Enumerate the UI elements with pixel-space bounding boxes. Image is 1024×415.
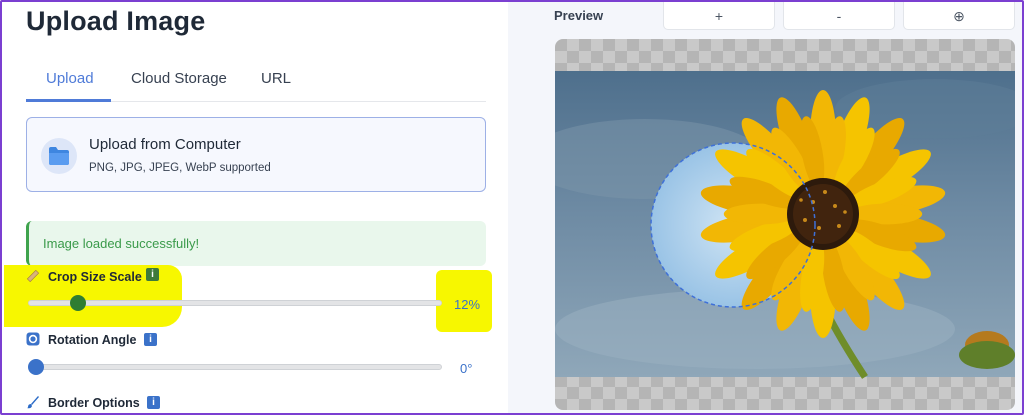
settings-panel: Upload Image Upload Cloud Storage URL Up… [4,2,508,413]
upload-from-computer-button[interactable]: Upload from Computer PNG, JPG, JPEG, Web… [26,117,486,192]
rotation-angle-slider[interactable] [28,364,442,370]
tab-cloud-storage[interactable]: Cloud Storage [131,70,227,87]
success-message: Image loaded successfully! [43,236,200,251]
rotation-info-icon[interactable]: i [144,333,157,346]
source-tabs: Upload Cloud Storage URL [26,62,486,102]
crop-size-scale-label: Crop Size Scale [48,270,142,284]
success-alert: Image loaded successfully! [26,221,486,266]
rotate-icon [26,332,40,351]
crop-info-icon[interactable]: i [146,268,159,281]
app-window: Upload Image Upload Cloud Storage URL Up… [0,0,1024,415]
rotation-angle-slider-thumb[interactable] [28,359,45,375]
border-info-icon[interactable]: i [147,396,160,409]
zoom-in-button[interactable]: + [663,2,775,30]
preview-label: Preview [554,8,604,23]
tab-upload[interactable]: Upload [46,70,94,87]
border-options-label: Border Options [48,396,140,410]
rotation-angle-value: 0° [460,361,473,376]
image-preview-canvas[interactable] [555,39,1015,410]
crop-size-slider[interactable] [28,300,442,306]
crop-size-value: 12% [454,297,481,312]
page-title: Upload Image [26,6,206,36]
brush-icon [26,395,40,413]
supported-formats: PNG, JPG, JPEG, WebP supported [89,162,271,174]
zoom-out-button[interactable]: - [783,2,895,30]
tab-url[interactable]: URL [261,70,291,87]
recenter-button[interactable]: ⊕ [903,2,1015,30]
ruler-icon [26,269,40,288]
preview-panel: Preview + - ⊕ [508,2,1022,413]
active-tab-indicator [26,99,111,102]
upload-title: Upload from Computer [89,136,241,153]
crop-size-slider-thumb[interactable] [69,295,86,311]
folder-icon [41,138,77,174]
rotation-angle-label: Rotation Angle [48,333,137,347]
